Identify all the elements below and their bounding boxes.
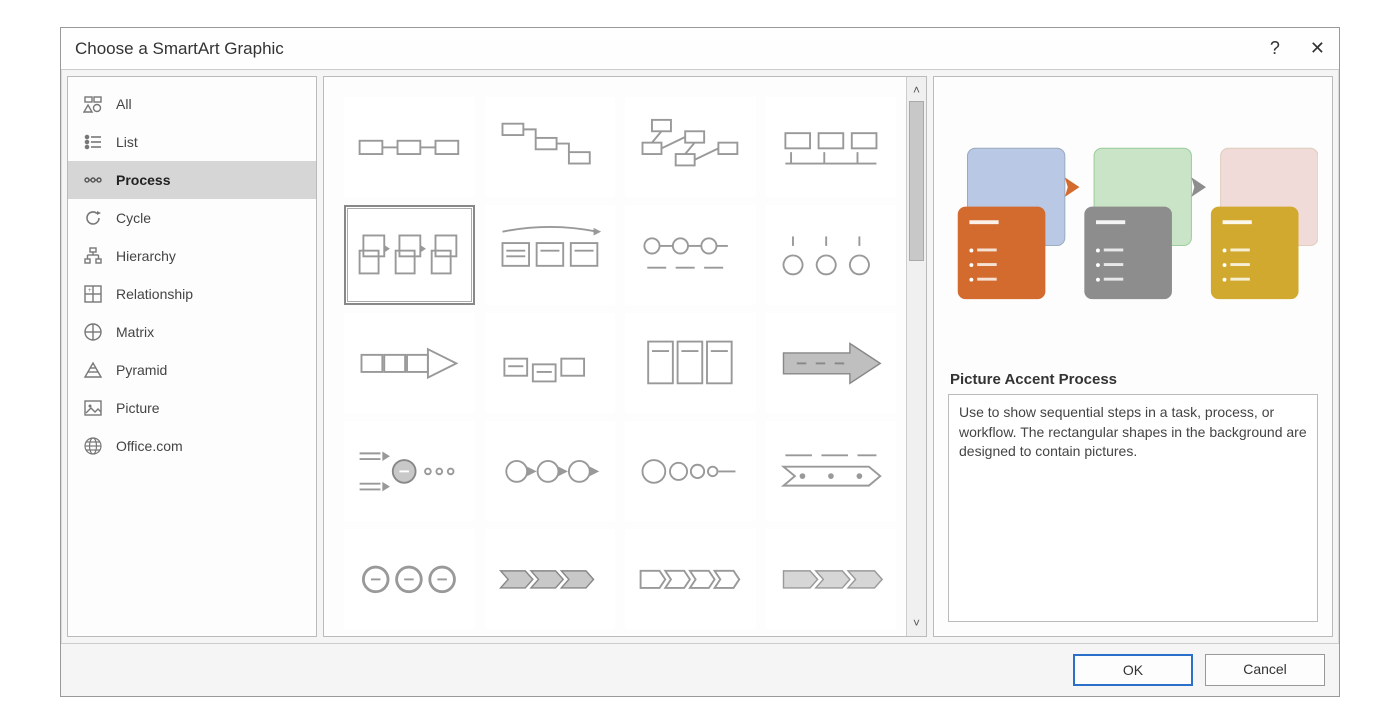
sidebar-item-label: Process bbox=[116, 172, 170, 188]
sidebar-item-matrix[interactable]: Matrix bbox=[68, 313, 316, 351]
layout-thumb-segmented-process[interactable] bbox=[625, 529, 756, 629]
scroll-handle[interactable] bbox=[909, 101, 924, 261]
layout-thumb-equation-process[interactable] bbox=[344, 421, 475, 521]
list-icon bbox=[82, 131, 104, 153]
layout-thumb-opposing-arrows[interactable] bbox=[766, 205, 897, 305]
dialog-footer: OK Cancel bbox=[61, 643, 1339, 696]
sidebar-item-label: Hierarchy bbox=[116, 248, 176, 264]
hierarchy-icon bbox=[82, 245, 104, 267]
layout-thumb-block-arrow-process[interactable] bbox=[344, 313, 475, 413]
layout-thumb-chevron-list[interactable] bbox=[625, 313, 756, 413]
layout-thumb-step-down-process[interactable] bbox=[485, 97, 616, 197]
sidebar-item-all[interactable]: All bbox=[68, 85, 316, 123]
preview-description: Use to show sequential steps in a task, … bbox=[948, 394, 1318, 622]
sidebar-item-office-com[interactable]: Office.com bbox=[68, 427, 316, 465]
dialog-title: Choose a SmartArt Graphic bbox=[75, 39, 284, 59]
layout-thumb-basic-process[interactable] bbox=[344, 97, 475, 197]
layout-thumb-gear-process[interactable] bbox=[485, 421, 616, 521]
sidebar-item-label: Pyramid bbox=[116, 362, 167, 378]
sidebar-item-pyramid[interactable]: Pyramid bbox=[68, 351, 316, 389]
help-icon[interactable]: ? bbox=[1270, 38, 1280, 59]
layout-thumb-simple-arrow[interactable] bbox=[766, 313, 897, 413]
smartart-dialog: Choose a SmartArt Graphic ? ✕ All List Pro… bbox=[60, 27, 1340, 697]
sidebar-item-label: Relationship bbox=[116, 286, 193, 302]
layout-thumb-connected-circles[interactable] bbox=[344, 529, 475, 629]
svg-text:+: + bbox=[88, 288, 92, 294]
sidebar-item-picture[interactable]: Picture bbox=[68, 389, 316, 427]
cycle-icon bbox=[82, 207, 104, 229]
sidebar-item-list[interactable]: List bbox=[68, 123, 316, 161]
layout-thumb-alternating-process[interactable] bbox=[766, 97, 897, 197]
dialog-body: All List Process Cycle Hierarchy + Relationshi… bbox=[61, 70, 1339, 643]
relationship-icon: + bbox=[82, 283, 104, 305]
layout-thumb-detailed-process[interactable] bbox=[485, 205, 616, 305]
scroll-track[interactable] bbox=[907, 101, 926, 612]
layout-thumb-arrow-ribbon[interactable] bbox=[766, 421, 897, 521]
window-controls: ? ✕ bbox=[1270, 38, 1325, 59]
layout-thumb-staggered-process[interactable] bbox=[485, 313, 616, 413]
category-sidebar: All List Process Cycle Hierarchy + Relationshi… bbox=[67, 76, 317, 637]
layout-thumb-accent-process[interactable] bbox=[625, 97, 756, 197]
layout-thumb-closed-chevron[interactable] bbox=[766, 529, 897, 629]
sidebar-item-hierarchy[interactable]: Hierarchy bbox=[68, 237, 316, 275]
preview-svg bbox=[948, 119, 1318, 333]
close-icon[interactable]: ✕ bbox=[1310, 38, 1325, 59]
ok-button[interactable]: OK bbox=[1073, 654, 1193, 686]
layout-thumb-picture-accent-process[interactable] bbox=[344, 205, 475, 305]
sidebar-item-cycle[interactable]: Cycle bbox=[68, 199, 316, 237]
picture-icon bbox=[82, 397, 104, 419]
scroll-down-icon[interactable]: ˅ bbox=[913, 612, 920, 634]
layout-thumb-chevron-process[interactable] bbox=[485, 529, 616, 629]
process-icon bbox=[82, 169, 104, 191]
preview-title: Picture Accent Process bbox=[950, 371, 1316, 388]
gallery-panel: ˄ ˅ bbox=[323, 76, 927, 637]
sidebar-item-relationship[interactable]: + Relationship bbox=[68, 275, 316, 313]
all-icon bbox=[82, 93, 104, 115]
layout-gallery bbox=[324, 77, 906, 636]
preview-image bbox=[948, 91, 1318, 361]
sidebar-item-label: All bbox=[116, 96, 132, 112]
pyramid-icon bbox=[82, 359, 104, 381]
sidebar-item-label: Matrix bbox=[116, 324, 154, 340]
preview-panel: Picture Accent Process Use to show seque… bbox=[933, 76, 1333, 637]
titlebar: Choose a SmartArt Graphic ? ✕ bbox=[61, 28, 1339, 70]
globe-icon bbox=[82, 435, 104, 457]
gallery-scrollbar[interactable]: ˄ ˅ bbox=[906, 77, 926, 636]
sidebar-item-label: Picture bbox=[116, 400, 160, 416]
layout-thumb-circle-process[interactable] bbox=[625, 205, 756, 305]
layout-thumb-funnel-process[interactable] bbox=[625, 421, 756, 521]
scroll-up-icon[interactable]: ˄ bbox=[913, 79, 920, 101]
sidebar-item-process[interactable]: Process bbox=[68, 161, 316, 199]
sidebar-item-label: Office.com bbox=[116, 438, 183, 454]
matrix-icon bbox=[82, 321, 104, 343]
sidebar-item-label: List bbox=[116, 134, 138, 150]
sidebar-item-label: Cycle bbox=[116, 210, 151, 226]
cancel-button[interactable]: Cancel bbox=[1205, 654, 1325, 686]
